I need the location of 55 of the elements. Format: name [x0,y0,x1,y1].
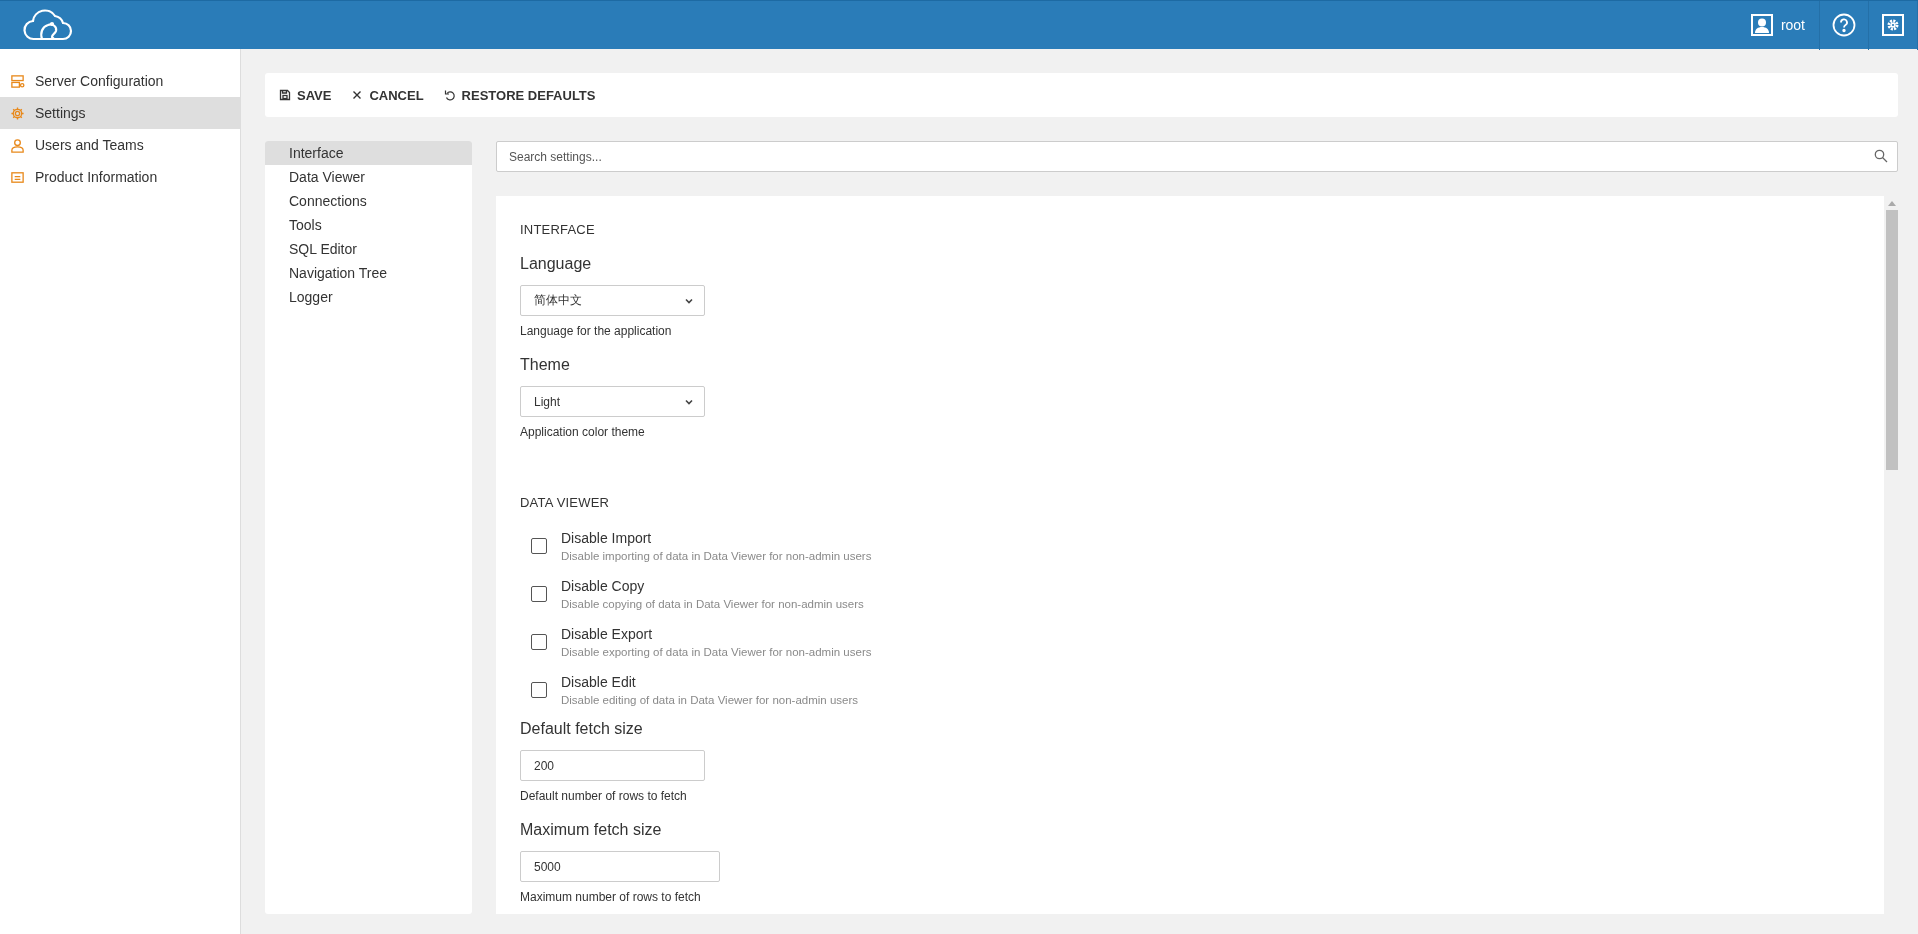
help-text: Maximum number of rows to fetch [520,890,702,904]
input-field[interactable]: 200 [520,750,705,781]
section-title: DATA VIEWER [520,495,611,510]
toolbar-button[interactable]: SAVE [273,83,338,107]
sidebar-item[interactable]: Product Information [0,161,240,193]
section-title: INTERFACE [520,222,596,237]
help-icon[interactable] [1832,13,1856,37]
checkbox-label: Disable Export [561,625,654,644]
select-field[interactable]: Light [520,386,705,417]
checkbox-description: Disable copying of data in Data Viewer for non-admin users [561,597,864,612]
checkbox-description: Disable editing of data in Data Viewer for non-admin users [561,693,859,708]
checkbox[interactable] [531,538,547,554]
logo-icon [22,7,74,43]
settings-nav-item[interactable]: SQL Editor [265,237,472,261]
toolbar-button[interactable]: RESTORE DEFAULTS [437,83,602,107]
sidebar-item[interactable]: Users and Teams [0,129,240,161]
checkbox-description: Disable importing of data in Data Viewer for non-admin users [561,549,872,564]
input-field[interactable]: 5000 [520,851,720,882]
help-text: Language for the application [520,324,673,338]
checkbox-label: Disable Copy [561,577,646,596]
sidebar-item[interactable]: Settings [0,97,240,129]
settings-nav-item[interactable]: Tools [265,213,472,237]
scrollbar-thumb[interactable] [1886,210,1898,470]
settings-nav-item[interactable]: Logger [265,285,472,309]
user-name[interactable]: root [1780,17,1805,33]
checkbox-description: Disable exporting of data in Data Viewer for non-admin users [561,645,872,660]
sidebar-item[interactable]: Server Configuration [0,65,240,97]
close-icon [351,89,364,101]
toolbar-button[interactable]: CANCEL [345,83,430,107]
select-field[interactable]: 简体中文 [520,285,705,316]
server-icon [10,73,25,89]
help-text: Default number of rows to fetch [520,789,688,803]
settings-nav-item[interactable]: Data Viewer [265,165,472,189]
settings-nav-item[interactable]: Interface [265,141,472,165]
gear-icon [10,105,25,121]
setting-label: Language [520,255,593,273]
checkbox-label: Disable Import [561,529,653,548]
undo-icon [443,89,456,101]
help-text: Application color theme [520,425,646,439]
setting-label: Theme [520,356,571,374]
info-card-icon [10,169,25,185]
user-icon[interactable] [1750,14,1773,36]
settings-nav-item[interactable]: Navigation Tree [265,261,472,285]
setting-label: Maximum fetch size [520,821,663,839]
settings-nav-item[interactable]: Connections [265,189,472,213]
checkbox[interactable] [531,634,547,650]
floppy-icon [279,89,291,101]
checkbox-label: Disable Edit [561,673,637,692]
setting-label: Default fetch size [520,720,644,738]
checkbox[interactable] [531,682,547,698]
user-icon [10,137,25,153]
settings-icon[interactable] [1882,14,1904,36]
search-icon [1874,149,1888,163]
search-field[interactable]: Search settings... [496,141,1898,172]
checkbox[interactable] [531,586,547,602]
